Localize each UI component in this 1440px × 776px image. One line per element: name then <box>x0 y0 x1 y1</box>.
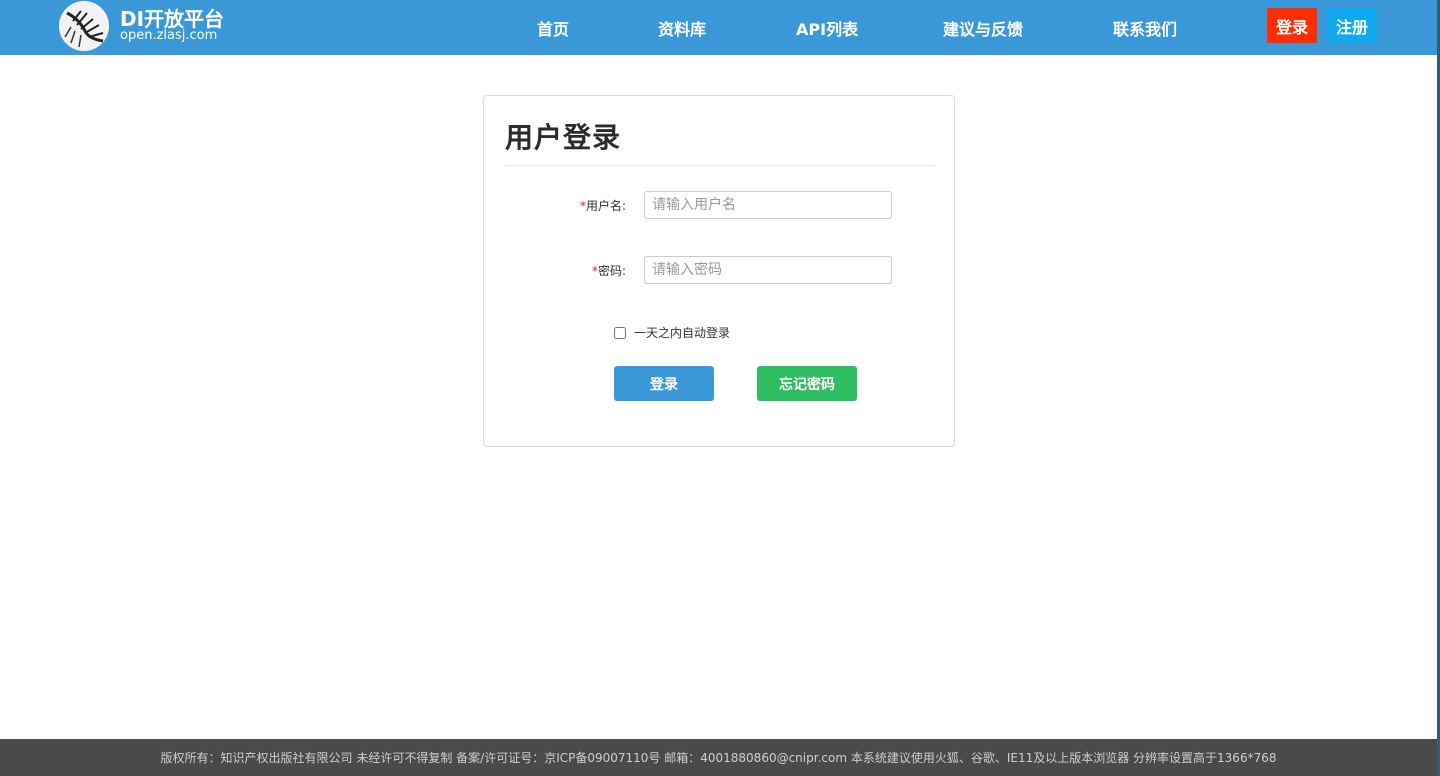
password-label-text: 密码: <box>598 264 627 278</box>
footer: 版权所有：知识产权出版社有限公司 未经许可不得复制 备案/许可证号：京ICP备0… <box>0 739 1437 776</box>
nav-feedback[interactable]: 建议与反馈 <box>943 16 1023 40</box>
page: DI开放平台 open.zlasj.com 首页 资料库 API列表 建议与反馈… <box>0 0 1440 776</box>
nav-library[interactable]: 资料库 <box>658 16 706 40</box>
login-panel: 用户登录 *用户名: *密码: 一天之内自动登录 登录 忘记密码 <box>483 95 955 447</box>
forgot-password-button[interactable]: 忘记密码 <box>757 366 857 401</box>
header-register-button[interactable]: 注册 <box>1327 8 1377 43</box>
header-login-button[interactable]: 登录 <box>1267 8 1317 43</box>
title-divider <box>505 165 935 166</box>
logo-icon[interactable] <box>59 1 109 51</box>
username-label: *用户名: <box>580 197 626 214</box>
password-label: *密码: <box>592 262 626 279</box>
nav-contact[interactable]: 联系我们 <box>1113 16 1177 40</box>
remember-label: 一天之内自动登录 <box>634 326 731 340</box>
nav-home[interactable]: 首页 <box>537 16 569 40</box>
nav-api-list[interactable]: API列表 <box>796 16 858 40</box>
login-title: 用户登录 <box>505 121 622 154</box>
remember-me[interactable]: 一天之内自动登录 <box>614 324 730 341</box>
footer-text: 版权所有：知识产权出版社有限公司 未经许可不得复制 备案/许可证号：京ICP备0… <box>160 751 1277 765</box>
top-navbar: DI开放平台 open.zlasj.com 首页 资料库 API列表 建议与反馈… <box>0 0 1437 55</box>
brand-subtitle: open.zlasj.com <box>120 28 218 43</box>
login-submit-button[interactable]: 登录 <box>614 366 714 401</box>
username-input[interactable] <box>644 191 892 219</box>
username-label-text: 用户名: <box>586 199 627 213</box>
remember-checkbox[interactable] <box>614 326 626 339</box>
password-input[interactable] <box>644 256 892 284</box>
